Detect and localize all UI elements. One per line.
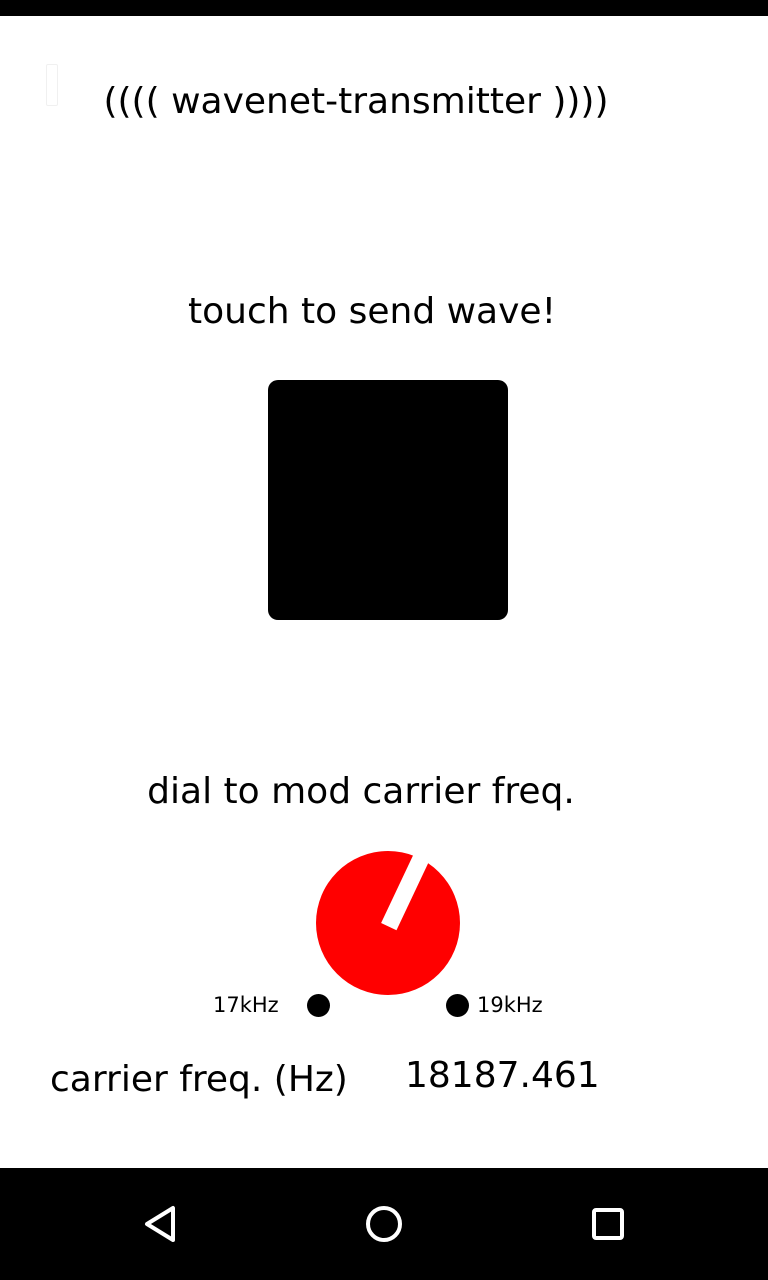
- carrier-frequency-dial[interactable]: [316, 851, 460, 995]
- dial-pointer: [381, 854, 429, 931]
- min-frequency-dot: [307, 994, 330, 1017]
- send-wave-pad[interactable]: [268, 380, 508, 620]
- max-frequency-label: 19kHz: [477, 993, 543, 1017]
- back-icon: [145, 1206, 175, 1242]
- carrier-frequency-value: 18187.461: [405, 1055, 600, 1096]
- app-title: (((( wavenet-transmitter )))): [103, 81, 609, 122]
- home-button[interactable]: [358, 1198, 410, 1250]
- navigation-bar: [0, 1168, 768, 1280]
- min-frequency-label: 17kHz: [213, 993, 279, 1017]
- recents-button[interactable]: [582, 1198, 634, 1250]
- max-frequency-dot: [446, 994, 469, 1017]
- app-screen: (((( wavenet-transmitter )))) touch to s…: [0, 16, 768, 1168]
- dial-instruction: dial to mod carrier freq.: [147, 771, 575, 812]
- recents-icon: [592, 1208, 624, 1240]
- status-bar: [0, 0, 768, 16]
- carrier-frequency-label: carrier freq. (Hz): [50, 1059, 348, 1100]
- home-icon: [366, 1206, 402, 1242]
- back-button[interactable]: [134, 1198, 186, 1250]
- touch-instruction: touch to send wave!: [188, 291, 556, 332]
